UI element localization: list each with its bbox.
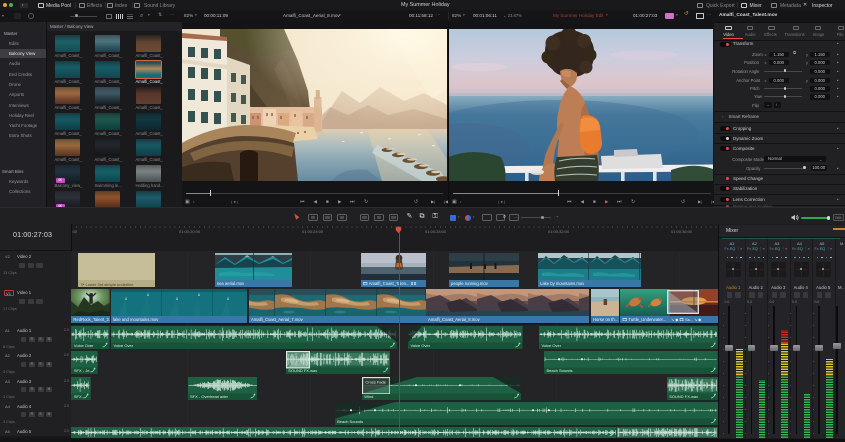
svg-text:Cross Fade: Cross Fade: [365, 379, 386, 384]
